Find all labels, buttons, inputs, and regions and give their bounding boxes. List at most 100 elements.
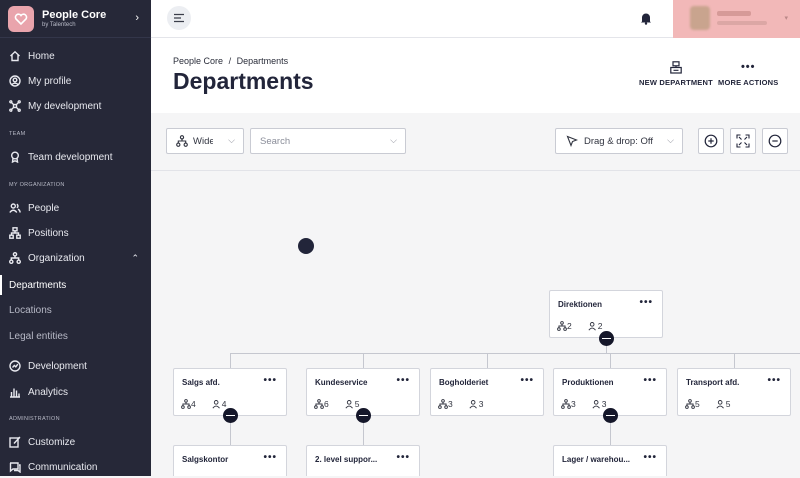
more-horizontal-icon[interactable]: ••• (643, 452, 657, 463)
chevron-up-icon: ⌃ (131, 252, 139, 263)
new-department-button[interactable]: NEW DEPARTMENT (639, 60, 713, 87)
more-horizontal-icon[interactable]: ••• (396, 452, 410, 463)
search-placeholder: Search (260, 135, 291, 147)
sidebar-item-development[interactable]: Development (0, 355, 151, 377)
drag-drop-label: Drag & drop: Off (584, 135, 653, 147)
zoom-in-button[interactable] (698, 128, 724, 154)
chevron-down-icon: ⌵ (390, 135, 397, 145)
collapse-toggle[interactable] (599, 331, 614, 346)
people-count: 2 (597, 321, 603, 331)
more-horizontal-icon[interactable]: ••• (639, 297, 653, 308)
user-menu[interactable]: ▾ (673, 0, 800, 38)
more-horizontal-icon[interactable]: ••• (520, 375, 534, 386)
department-name: Produktionen (562, 378, 614, 387)
more-horizontal-icon[interactable]: ••• (767, 375, 781, 386)
more-actions-label: MORE ACTIONS (718, 78, 779, 87)
more-horizontal-icon[interactable]: ••• (643, 375, 657, 386)
fit-to-screen-button[interactable] (730, 128, 756, 154)
department-node-transport-afd[interactable]: Transport afd. ••• 5 5 (677, 368, 791, 416)
page-header: People Core / Departments Departments NE… (151, 38, 800, 113)
sub-departments-icon (557, 321, 567, 331)
people-count: 3 (478, 399, 484, 409)
department-name: Bogholderiet (439, 378, 489, 387)
connector-line (487, 353, 488, 368)
sub-departments-icon (438, 399, 448, 409)
analytics-icon (10, 388, 20, 398)
sidebar-section-administration: ADMINISTRATION (9, 416, 60, 422)
sidebar-item-my-development[interactable]: My development (0, 95, 151, 117)
sidebar-item-label: Positions (28, 227, 69, 239)
sub-department-count: 5 (695, 399, 700, 409)
bell-icon[interactable] (639, 11, 653, 25)
brand-header[interactable]: People Core by Talentech › (0, 0, 151, 38)
department-node-2-level-support[interactable]: 2. level suppor... ••• (306, 445, 420, 476)
positions-icon (9, 227, 21, 239)
sidebar-item-label: Customize (28, 436, 76, 448)
new-department-icon (670, 60, 682, 74)
connector-line (230, 353, 231, 368)
zoom-out-button[interactable] (762, 128, 788, 154)
breadcrumb-root[interactable]: People Core (173, 56, 223, 66)
collapse-toggle[interactable] (603, 408, 618, 423)
sub-departments-icon (561, 399, 571, 409)
organization-icon (176, 135, 188, 147)
award-icon (11, 151, 19, 163)
people-icon (588, 322, 596, 331)
collapse-toggle[interactable] (223, 408, 238, 423)
sidebar-item-customize[interactable]: Customize (0, 431, 151, 453)
breadcrumb-current: Departments (236, 56, 289, 66)
sidebar-item-label: Analytics (28, 386, 69, 398)
sidebar-item-locations[interactable]: Locations (0, 300, 151, 320)
collapse-toggle[interactable] (356, 408, 371, 423)
sub-departments-icon (685, 399, 695, 409)
sidebar-section-team: TEAM (9, 131, 26, 137)
top-bar: ▾ (151, 0, 800, 38)
sidebar-item-people[interactable]: People (0, 197, 151, 219)
people-icon (469, 400, 477, 409)
chevron-down-icon: ▾ (784, 15, 788, 22)
sidebar-item-team-development[interactable]: Team development (0, 146, 151, 168)
search-input[interactable]: Search ⌵ (250, 128, 406, 154)
user-name-redacted (717, 11, 751, 16)
department-node-lager-warehouse[interactable]: Lager / warehou... ••• (553, 445, 667, 476)
sidebar-item-label: My development (28, 100, 102, 112)
sidebar-item-my-profile[interactable]: My profile (0, 70, 151, 92)
more-horizontal-icon: ••• (740, 61, 756, 73)
chevron-down-icon: ⌵ (228, 135, 235, 145)
org-chart-canvas[interactable]: Direktionen ••• 2 2 Salgs afd. ••• 4 4 K… (151, 171, 800, 476)
connector-line (610, 353, 611, 368)
sidebar-item-positions[interactable]: Positions (0, 222, 151, 244)
menu-toggle-button[interactable] (167, 6, 191, 30)
plus-circle-icon (704, 134, 718, 148)
sub-departments-icon (181, 399, 191, 409)
department-node-bogholderiet[interactable]: Bogholderiet ••• 3 3 (430, 368, 544, 416)
sidebar-item-communication[interactable]: Communication (0, 456, 151, 478)
new-department-label: NEW DEPARTMENT (639, 78, 713, 87)
sidebar-item-organization[interactable]: Organization ⌃ (0, 247, 151, 269)
people-count: 5 (354, 399, 360, 409)
sidebar-item-analytics[interactable]: Analytics (0, 381, 151, 403)
sidebar-item-home[interactable]: Home (0, 45, 151, 67)
sidebar-item-label: My profile (28, 75, 72, 87)
chevron-down-icon: ⌵ (667, 135, 674, 145)
department-name: Lager / warehou... (562, 455, 631, 464)
sidebar-item-departments[interactable]: Departments (0, 275, 151, 295)
drag-drop-toggle[interactable]: Drag & drop: Off ⌵ (555, 128, 683, 154)
view-select[interactable]: Wide ⌵ (166, 128, 244, 154)
people-icon (592, 400, 600, 409)
more-horizontal-icon[interactable]: ••• (263, 452, 277, 463)
communication-icon (9, 462, 21, 473)
department-name: Direktionen (558, 300, 603, 309)
more-horizontal-icon[interactable]: ••• (396, 375, 410, 386)
brand-subtitle: by Talentech (42, 22, 76, 28)
brand-title: People Core (42, 9, 107, 21)
sidebar-item-legal-entities[interactable]: Legal entities (0, 326, 151, 346)
more-horizontal-icon[interactable]: ••• (263, 375, 277, 386)
more-actions-button[interactable]: ••• MORE ACTIONS (718, 60, 778, 87)
sidebar-section-my-organization: MY ORGANIZATION (9, 182, 65, 188)
people-icon (345, 400, 353, 409)
menu-icon (174, 13, 184, 23)
sub-department-count: 3 (571, 399, 576, 409)
department-name: Salgs afd. (182, 378, 220, 387)
department-node-salgskontor[interactable]: Salgskontor ••• (173, 445, 287, 476)
